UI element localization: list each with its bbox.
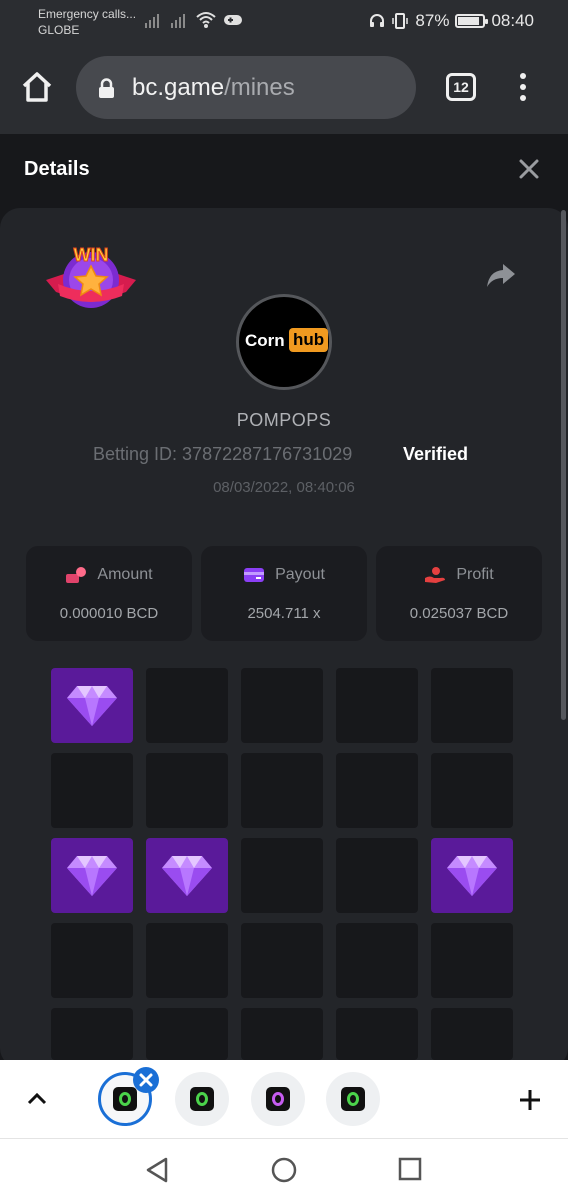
bc-game-logo-icon [341,1087,365,1111]
mine-tile[interactable] [336,838,418,913]
back-icon[interactable] [144,1156,170,1184]
carrier-line-1: Emergency calls... [38,7,137,21]
mine-tile-gem[interactable] [431,838,513,913]
close-tab-button[interactable] [133,1067,159,1093]
mine-tile-gem[interactable] [51,668,133,743]
stat-payout: Payout 2504.711 x [201,546,367,641]
mine-tile-gem[interactable] [51,838,133,913]
stat-amount-value: 0.000010 BCD [59,605,159,622]
battery-icon [455,14,489,28]
url-path: /mines [224,74,295,101]
username: POMPOPS [236,410,332,430]
bet-timestamp: 08/03/2022, 08:40:06 [213,479,355,496]
mine-tile[interactable] [336,923,418,998]
mine-tile[interactable] [51,753,133,828]
url-host: bc.game [132,74,225,101]
lock-icon [99,78,114,98]
avatar-text-corn: Corn [245,331,285,350]
stat-amount-header: Amount [26,566,192,584]
status-bar: Emergency calls... GLOBE 87% 08:40 [0,0,568,42]
home-icon[interactable] [20,70,54,104]
mine-tile[interactable] [241,923,323,998]
mine-tile[interactable] [336,668,418,743]
payout-icon [244,568,265,582]
stat-profit-label: Profit [456,566,494,583]
chevron-up-icon[interactable] [26,1090,48,1106]
signal-icon [145,14,159,28]
betting-id: Betting ID: 37872287176731029 [93,444,353,464]
tab-strip [0,1060,568,1138]
headset-icon [370,14,385,27]
new-tab-plus-icon[interactable] [518,1088,542,1112]
mine-tile[interactable] [431,923,513,998]
mine-tile[interactable] [336,1008,418,1060]
battery-percent: 87% [415,11,450,30]
stat-payout-label: Payout [275,566,325,583]
gem-icon [162,856,212,896]
gem-icon [67,856,117,896]
address-bar[interactable]: bc.game/mines [76,56,416,119]
tab-thumbnail[interactable] [251,1072,305,1126]
mine-tile[interactable] [431,753,513,828]
home-nav-icon[interactable] [270,1156,298,1184]
stat-profit: Profit 0.025037 BCD [376,546,542,641]
carrier-info: Emergency calls... GLOBE [38,6,136,38]
mine-tile[interactable] [146,753,228,828]
system-nav-bar [0,1138,568,1200]
status-right: 87% 08:40 [369,11,534,31]
app-logo-icon [266,1087,290,1111]
mine-tile[interactable] [241,668,323,743]
stat-profit-value: 0.025037 BCD [409,605,509,622]
stat-profit-header: Profit [376,566,542,584]
vibrate-icon [392,13,409,29]
more-menu-icon[interactable] [518,73,528,103]
bc-game-logo-icon [190,1087,214,1111]
carrier-line-2: GLOBE [38,23,80,37]
mine-tile-gem[interactable] [146,838,228,913]
mine-tile[interactable] [336,753,418,828]
gem-icon [67,686,117,726]
page-title: Details [24,158,90,180]
scrollbar[interactable] [561,210,566,720]
mine-tile[interactable] [146,1008,228,1060]
share-icon[interactable] [486,262,516,288]
stat-amount-label: Amount [97,566,153,583]
clock: 08:40 [491,11,534,30]
verified-link[interactable]: Verified [403,444,468,465]
avatar-text-hub: hub [289,328,329,352]
mine-tile[interactable] [241,1008,323,1060]
stat-payout-value: 2504.711 x [247,605,321,622]
win-badge-text: WIN [74,245,109,265]
stat-amount: Amount 0.000010 BCD [26,546,192,641]
win-badge-icon: WIN [46,245,136,308]
gem-icon [447,856,497,896]
url-text: bc.game/mines [132,74,295,102]
close-icon[interactable] [518,158,540,180]
mine-tile[interactable] [146,668,228,743]
close-icon [139,1073,153,1087]
status-icons [143,10,243,30]
tab-switcher-button[interactable]: 12 [446,73,476,101]
wifi-icon [196,12,216,28]
signal-icon-2 [171,14,185,28]
amount-icon [66,567,87,583]
battery-fill [458,17,480,25]
mine-tile[interactable] [431,1008,513,1060]
browser-toolbar: bc.game/mines 12 [0,42,568,134]
profit-icon [425,567,446,583]
tab-thumbnail[interactable] [175,1072,229,1126]
mine-tile[interactable] [51,1008,133,1060]
mine-tile[interactable] [51,923,133,998]
mine-tile[interactable] [241,838,323,913]
tab-thumbnail[interactable] [326,1072,380,1126]
gamepad-icon [224,15,242,25]
mine-tile[interactable] [146,923,228,998]
recents-icon[interactable] [398,1157,422,1181]
mine-tile[interactable] [241,753,323,828]
avatar: Corn hub [236,294,332,390]
stat-payout-header: Payout [201,566,367,584]
mine-tile[interactable] [431,668,513,743]
